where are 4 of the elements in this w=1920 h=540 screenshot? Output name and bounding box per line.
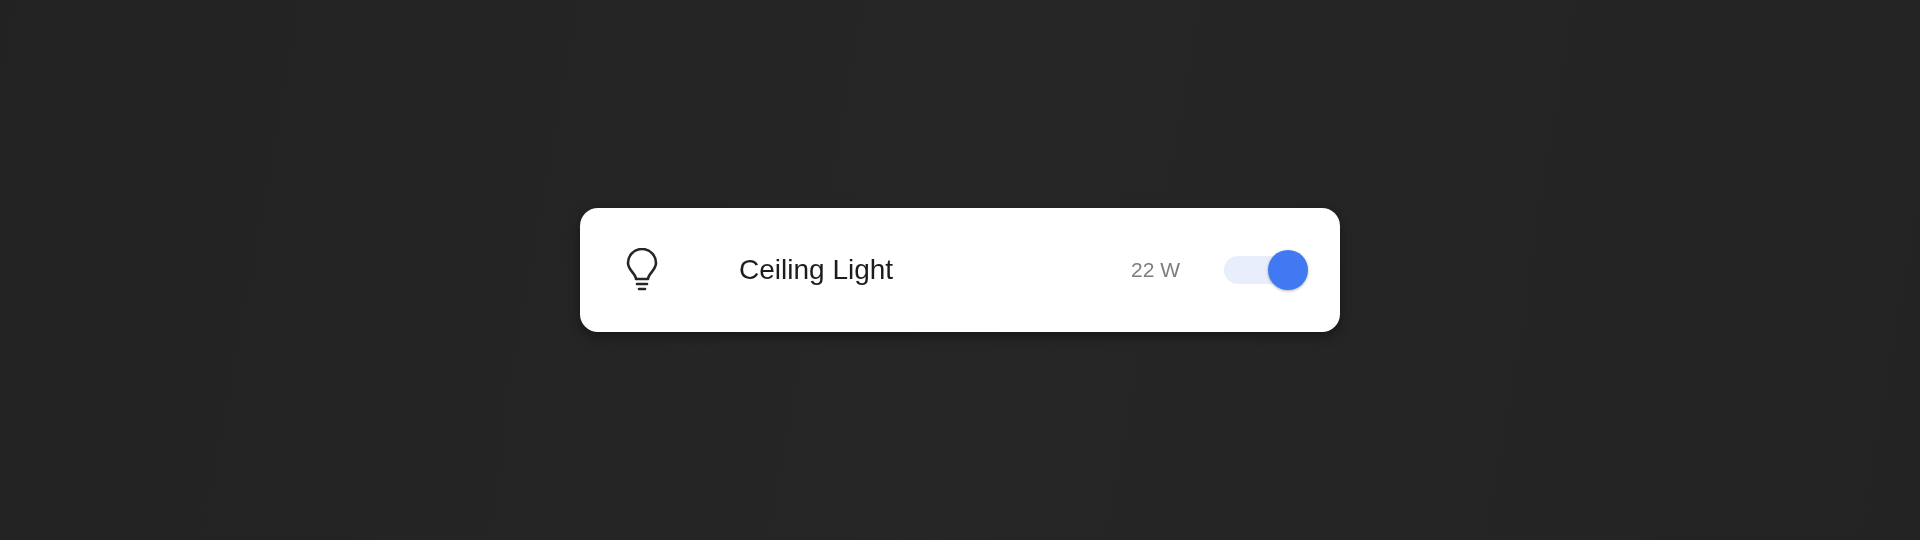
power-reading: 22 W [1131, 258, 1180, 282]
device-name: Ceiling Light [739, 254, 894, 286]
light-bulb-icon [625, 248, 659, 292]
power-toggle[interactable] [1224, 250, 1308, 290]
